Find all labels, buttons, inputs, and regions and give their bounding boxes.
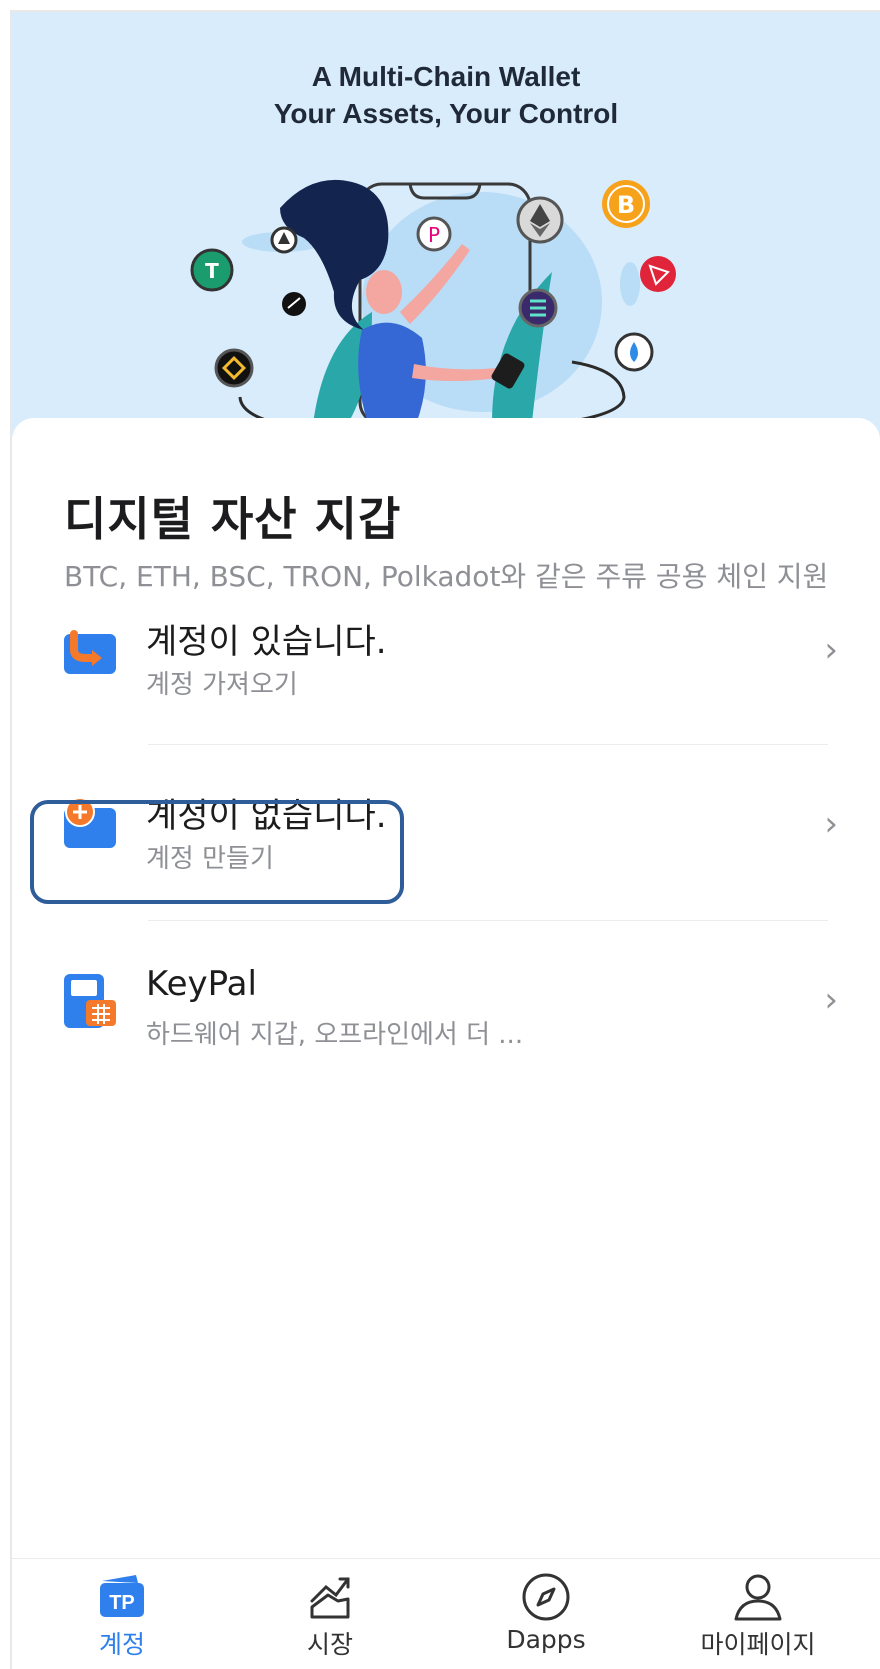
chevron-right-icon: ›: [824, 630, 838, 670]
chevron-right-icon: ›: [824, 804, 838, 844]
hero-banner: A Multi-Chain Wallet Your Assets, Your C…: [12, 12, 880, 452]
solana-icon: [518, 288, 558, 328]
tab-account[interactable]: TP 계정: [22, 1559, 222, 1669]
content-sheet: 디지털 자산 지갑 BTC, ETH, BSC, TRON, Polkadot와…: [12, 418, 880, 1669]
tab-market[interactable]: 시장: [230, 1559, 430, 1669]
tether-icon: T: [190, 248, 234, 292]
bitcoin-icon: B: [602, 180, 650, 228]
tab-mypage[interactable]: 마이페이지: [658, 1559, 858, 1669]
tp-wallet-icon: TP: [100, 1575, 144, 1617]
compass-icon: [522, 1573, 570, 1621]
option-keypal[interactable]: KeyPal 하드웨어 지갑, 오프라인에서 더 ... ›: [12, 936, 880, 1096]
svg-text:B: B: [617, 191, 635, 219]
tron-icon: [640, 256, 676, 292]
hardware-wallet-icon: [64, 974, 116, 1028]
market-chart-icon: [310, 1577, 350, 1619]
profile-icon: [734, 1574, 782, 1621]
svg-text:TP: TP: [109, 1592, 135, 1614]
tab-label: Dapps: [506, 1625, 586, 1654]
drop-token-icon: [614, 332, 654, 372]
option-title: KeyPal: [146, 964, 257, 1004]
divider: [148, 920, 828, 921]
import-wallet-icon: [64, 630, 116, 674]
tab-dapps[interactable]: Dapps: [446, 1559, 646, 1669]
tab-label: 마이페이지: [700, 1630, 816, 1659]
option-import-account[interactable]: 계정이 있습니다. 계정 가져오기 ›: [12, 584, 880, 744]
option-subtitle: 계정 가져오기: [146, 670, 298, 700]
token-dark-icon: [282, 292, 306, 316]
app-screen: A Multi-Chain Wallet Your Assets, Your C…: [10, 10, 880, 1669]
bottom-tab-bar: TP 계정 시장 Dapps 마이페이지: [12, 1558, 880, 1669]
binance-icon: [214, 348, 254, 388]
woman-face: [366, 270, 402, 314]
chevron-right-icon: ›: [824, 980, 838, 1020]
svg-text:T: T: [205, 259, 219, 283]
bg-blob-drop: [620, 262, 640, 306]
divider: [148, 744, 828, 745]
option-title: 계정이 있습니다.: [146, 622, 387, 662]
multichain-illustration: B P T: [190, 179, 676, 435]
svg-text:P: P: [428, 223, 440, 247]
tab-label: 계정: [98, 1630, 145, 1659]
ethereum-icon: [516, 196, 564, 244]
tab-label: 시장: [306, 1630, 353, 1659]
page-title: 디지털 자산 지갑: [64, 492, 402, 546]
selection-highlight: [30, 800, 404, 904]
eos-icon: [270, 226, 298, 254]
polkadot-icon: P: [416, 216, 452, 252]
option-subtitle: 하드웨어 지갑, 오프라인에서 더 ...: [146, 1020, 524, 1050]
